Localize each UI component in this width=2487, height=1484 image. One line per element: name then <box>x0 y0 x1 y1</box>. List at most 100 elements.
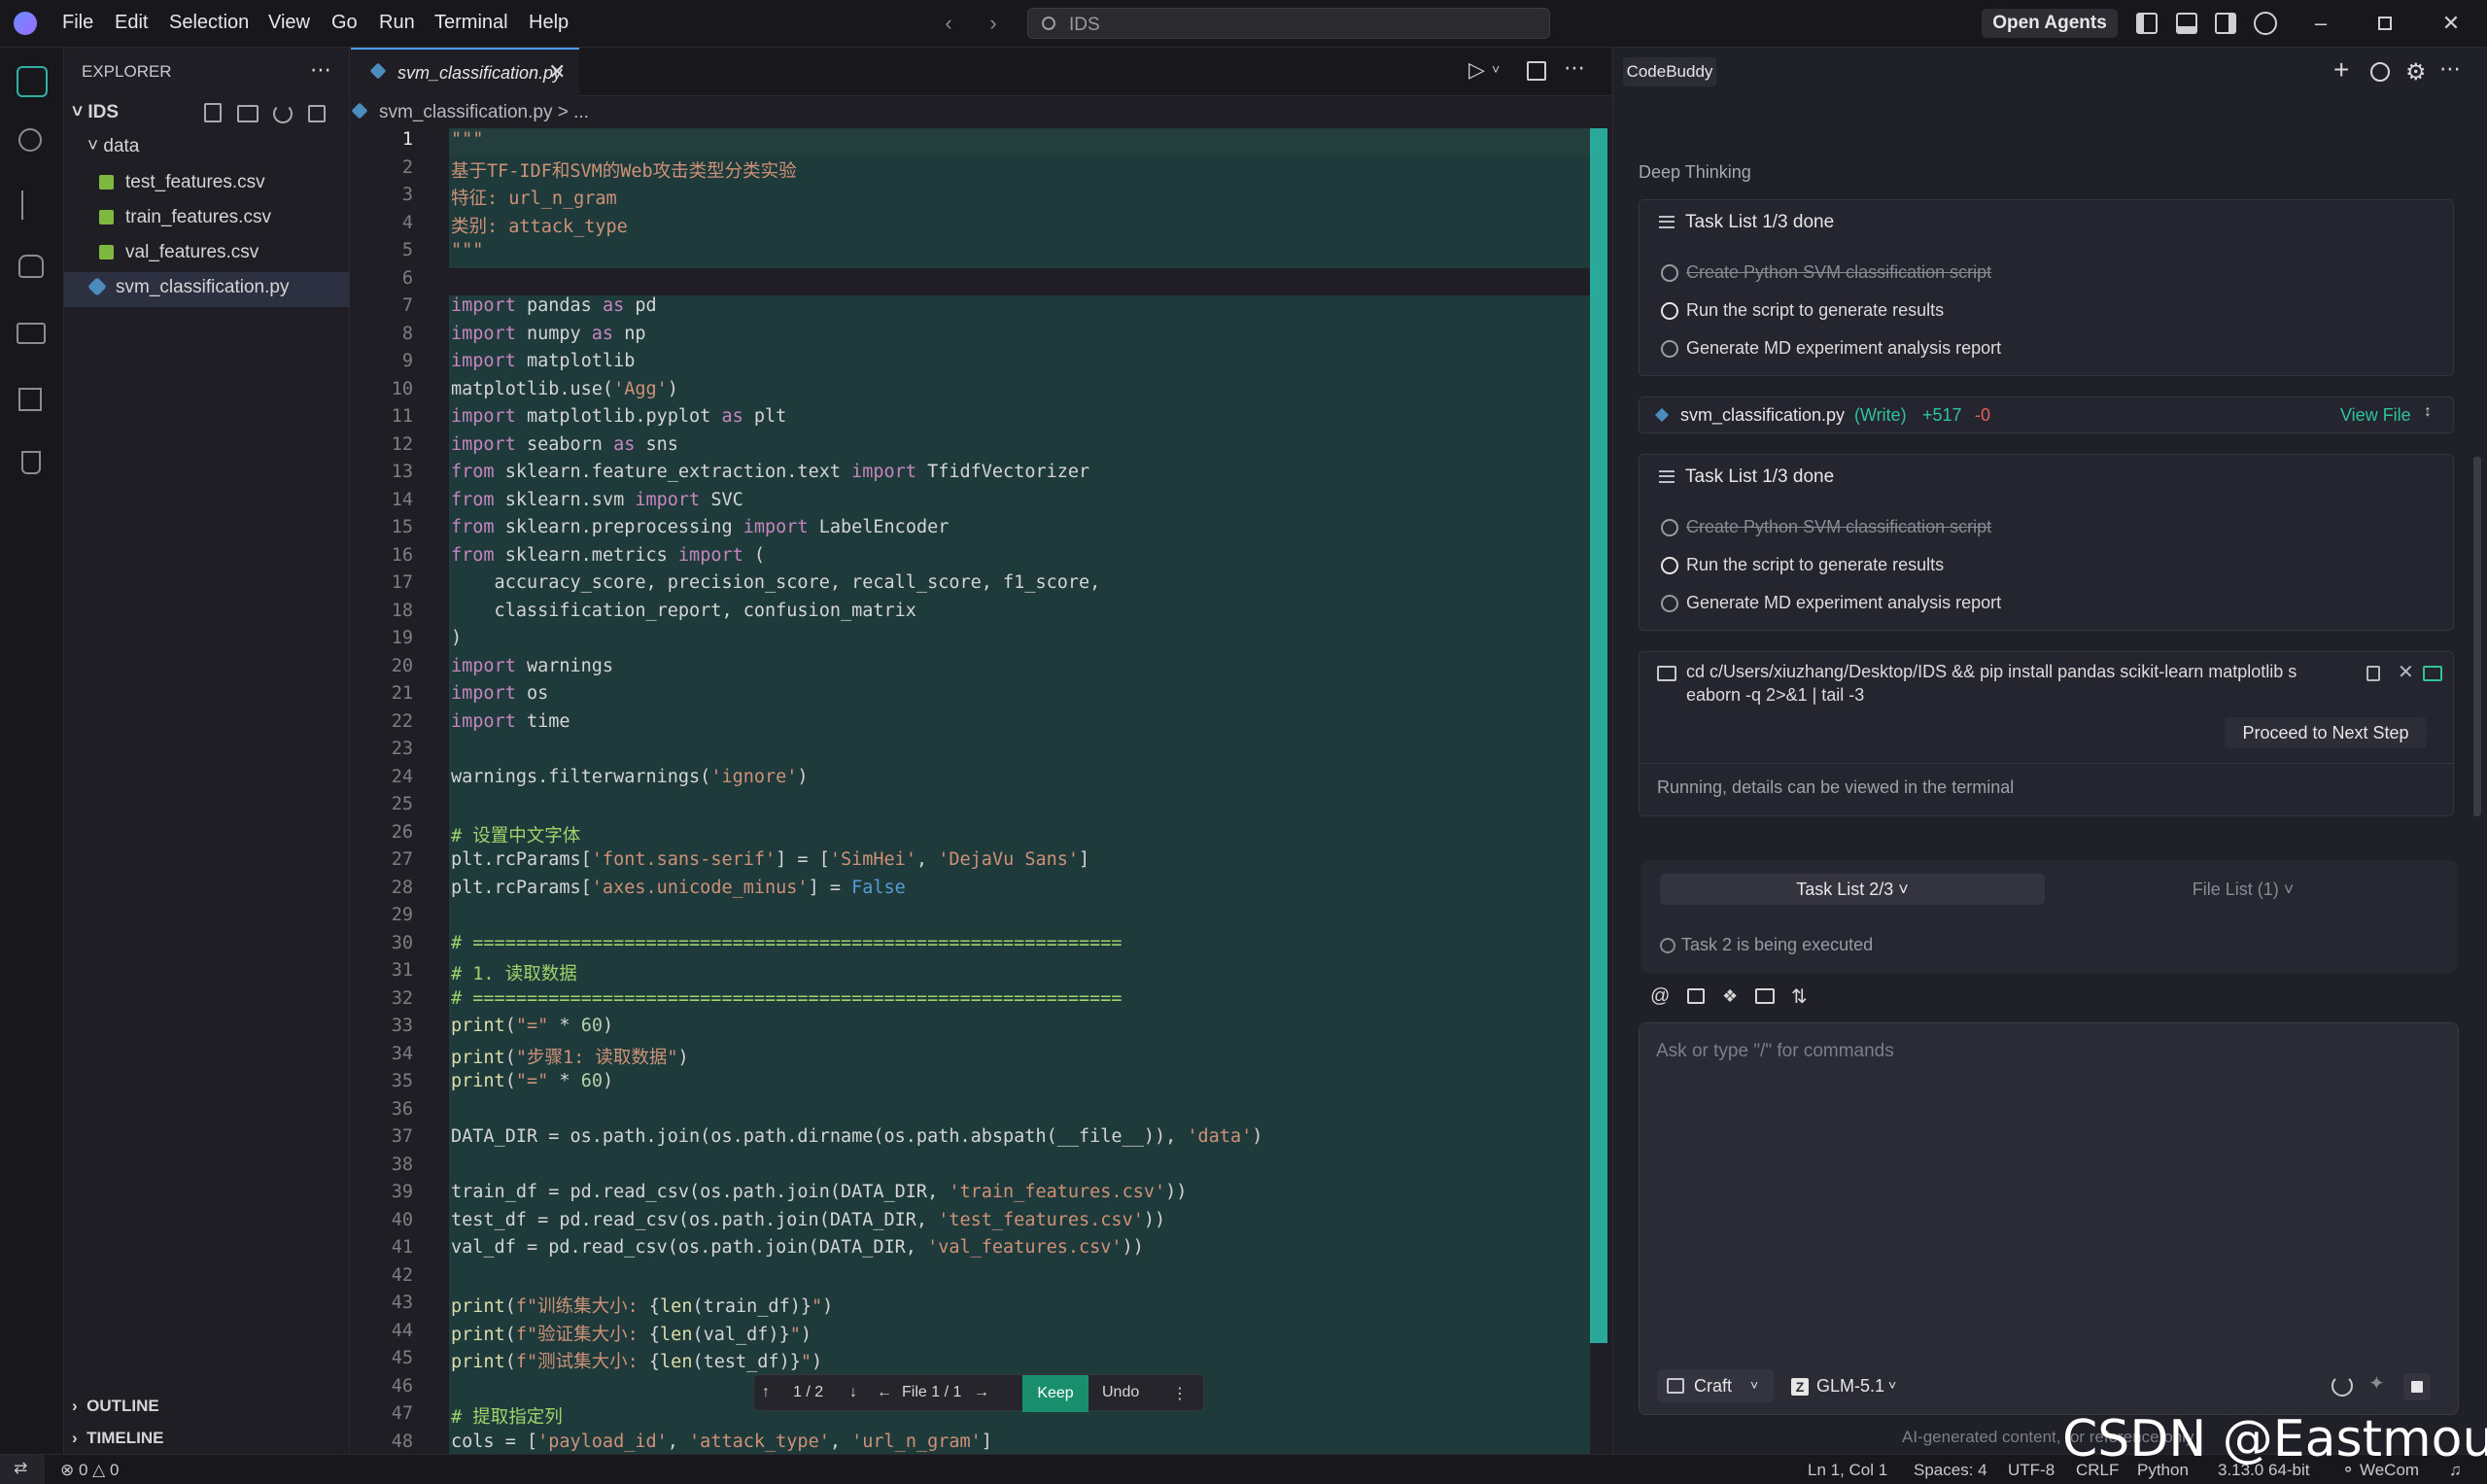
code-line[interactable]: plt.rcParams['font.sans-serif'] = ['SimH… <box>451 849 1089 870</box>
code-line[interactable]: print("步骤1: 读取数据") <box>451 1044 689 1069</box>
code-line[interactable]: 特征: url_n_gram <box>451 185 617 210</box>
code-line[interactable]: import os <box>451 683 548 704</box>
explorer-icon[interactable] <box>17 66 48 97</box>
panel-scrollbar[interactable] <box>2473 457 2481 816</box>
outline-section[interactable]: › OUTLINE <box>72 1397 159 1416</box>
code-line[interactable]: cols = ['payload_id', 'attack_type', 'ur… <box>451 1432 992 1452</box>
restore-icon[interactable] <box>2378 17 2392 30</box>
code-line[interactable]: print(f"验证集大小: {len(val_df)}") <box>451 1321 812 1346</box>
codebuddy-tab[interactable]: CodeBuddy <box>1623 57 1716 86</box>
code-line[interactable]: # 设置中文字体 <box>451 822 580 847</box>
command-search-input[interactable]: IDS <box>1027 8 1550 39</box>
close-icon[interactable]: ✕ <box>2398 660 2414 684</box>
task-list-tab[interactable]: Task List 2/3 ˅ <box>1660 874 2045 905</box>
settings-gear-icon[interactable]: ⚙ <box>2405 58 2427 86</box>
toggle-panel-icon[interactable] <box>2176 13 2197 34</box>
proceed-next-step-button[interactable]: Proceed to Next Step <box>2225 717 2427 748</box>
code-line[interactable]: import matplotlib <box>451 351 635 371</box>
code-line[interactable]: print(f"训练集大小: {len(train_df)}") <box>451 1293 833 1318</box>
collapse-all-icon[interactable] <box>308 105 326 122</box>
code-line[interactable]: import numpy as np <box>451 324 646 344</box>
problems-indicator[interactable]: ⊗ 0 △ 0 <box>60 1461 119 1480</box>
close-window-icon[interactable]: ✕ <box>2437 10 2465 37</box>
previous-file-icon[interactable]: ← <box>877 1384 892 1401</box>
code-line[interactable]: 基于TF-IDF和SVM的Web攻击类型分类实验 <box>451 157 797 183</box>
extensions-icon[interactable] <box>18 388 42 411</box>
code-line[interactable]: from sklearn.feature_extraction.text imp… <box>451 462 1089 482</box>
toggle-sidebar-icon[interactable] <box>2136 13 2158 34</box>
menu-file[interactable]: File <box>62 12 93 34</box>
code-line[interactable]: """ <box>451 129 483 150</box>
code-line[interactable]: test_df = pd.read_csv(os.path.join(DATA_… <box>451 1210 1165 1230</box>
split-editor-icon[interactable] <box>1527 61 1546 81</box>
knowledge-book-icon[interactable] <box>1755 988 1775 1004</box>
minimize-icon[interactable]: – <box>2307 10 2334 37</box>
code-line[interactable]: plt.rcParams['axes.unicode_minus'] = Fal… <box>451 878 906 898</box>
code-line[interactable]: import matplotlib.pyplot as plt <box>451 406 786 427</box>
indentation[interactable]: Spaces: 4 <box>1914 1461 1987 1480</box>
code-editor[interactable]: 1 """ 2 基于TF-IDF和SVM的Web攻击类型分类实验 3 特征: url_n_… <box>351 128 1590 1454</box>
code-line[interactable]: import warnings <box>451 656 613 676</box>
file-val-features[interactable]: val_features.csv <box>99 242 259 263</box>
root-folder-ids[interactable]: ˅ IDS <box>72 102 119 123</box>
remote-indicator[interactable]: ⇄ <box>0 1455 45 1484</box>
toggle-secondary-sidebar-icon[interactable] <box>2215 13 2236 34</box>
view-file-button[interactable]: View File <box>2340 405 2411 426</box>
copy-icon[interactable] <box>2366 666 2380 681</box>
undo-button[interactable]: Undo <box>1102 1384 1139 1401</box>
code-line[interactable]: """ <box>451 240 483 260</box>
code-line[interactable]: from sklearn.preprocessing import LabelE… <box>451 517 949 537</box>
testing-icon[interactable] <box>21 451 41 474</box>
stop-button[interactable] <box>2403 1373 2431 1400</box>
run-icon[interactable]: ▷ <box>1468 57 1485 83</box>
mode-selector[interactable]: Craft ˅ <box>1657 1369 1774 1402</box>
menu-edit[interactable]: Edit <box>115 12 148 34</box>
code-line[interactable]: # 提取指定列 <box>451 1403 563 1429</box>
image-icon[interactable] <box>1687 988 1705 1004</box>
menu-go[interactable]: Go <box>331 12 358 34</box>
code-line[interactable]: # ======================================… <box>451 988 1123 1009</box>
enhance-prompt-icon[interactable]: ✦ <box>2368 1371 2385 1396</box>
menu-selection[interactable]: Selection <box>169 12 249 34</box>
menu-terminal[interactable]: Terminal <box>434 12 508 34</box>
folder-data[interactable]: ˅ data <box>87 136 139 157</box>
editor-more-icon[interactable]: ⋯ <box>1564 55 1585 81</box>
file-change-card[interactable]: svm_classification.py (Write) +517 -0 Vi… <box>1639 397 2454 433</box>
remote-explorer-icon[interactable] <box>17 323 46 344</box>
code-line[interactable]: train_df = pd.read_csv(os.path.join(DATA… <box>451 1182 1187 1202</box>
code-line[interactable]: from sklearn.svm import SVC <box>451 490 743 510</box>
file-train-features[interactable]: train_features.csv <box>99 207 271 228</box>
chat-input-box[interactable]: Ask or type "/" for commands Craft ˅ Z G… <box>1639 1022 2459 1415</box>
diff-more-icon[interactable]: ⋮ <box>1172 1384 1188 1403</box>
file-svm-classification[interactable]: svm_classification.py <box>87 277 289 298</box>
code-line[interactable]: # 1. 读取数据 <box>451 960 577 985</box>
code-line[interactable]: print("=" * 60) <box>451 1071 613 1091</box>
run-debug-icon[interactable] <box>18 255 44 278</box>
code-line[interactable]: accuracy_score, precision_score, recall_… <box>451 572 1101 593</box>
open-agents-button[interactable]: Open Agents <box>1982 9 2118 38</box>
menu-view[interactable]: View <box>268 12 310 34</box>
code-line[interactable]: import seaborn as sns <box>451 434 678 455</box>
next-file-icon[interactable]: → <box>974 1384 989 1401</box>
nav-back-icon[interactable]: ‹ <box>935 10 962 37</box>
code-line[interactable]: # ======================================… <box>451 933 1123 953</box>
account-icon[interactable] <box>2254 12 2277 35</box>
open-terminal-icon[interactable] <box>2423 666 2442 681</box>
expand-collapse-icon[interactable]: ↕ <box>2424 403 2432 421</box>
next-change-icon[interactable]: ↓ <box>849 1384 857 1401</box>
chevron-down-icon[interactable]: ˅ <box>1492 61 1500 77</box>
code-line[interactable]: classification_report, confusion_matrix <box>451 601 916 621</box>
explorer-more-icon[interactable]: ⋯ <box>310 57 331 83</box>
code-line[interactable]: matplotlib.use('Agg') <box>451 379 678 399</box>
code-line[interactable]: from sklearn.metrics import ( <box>451 545 765 566</box>
code-line[interactable]: ) <box>451 628 462 648</box>
panel-more-icon[interactable]: ⋯ <box>2439 56 2461 82</box>
cursor-position[interactable]: Ln 1, Col 1 <box>1808 1461 1887 1480</box>
encoding[interactable]: UTF-8 <box>2008 1461 2055 1480</box>
menu-run[interactable]: Run <box>379 12 415 34</box>
menu-help[interactable]: Help <box>529 12 569 34</box>
history-icon[interactable] <box>2370 62 2390 82</box>
model-selector[interactable]: Z GLM-5.1 ˅ <box>1785 1369 1921 1402</box>
close-tab-icon[interactable]: ✕ <box>548 59 566 85</box>
code-line[interactable]: DATA_DIR = os.path.join(os.path.dirname(… <box>451 1126 1262 1147</box>
